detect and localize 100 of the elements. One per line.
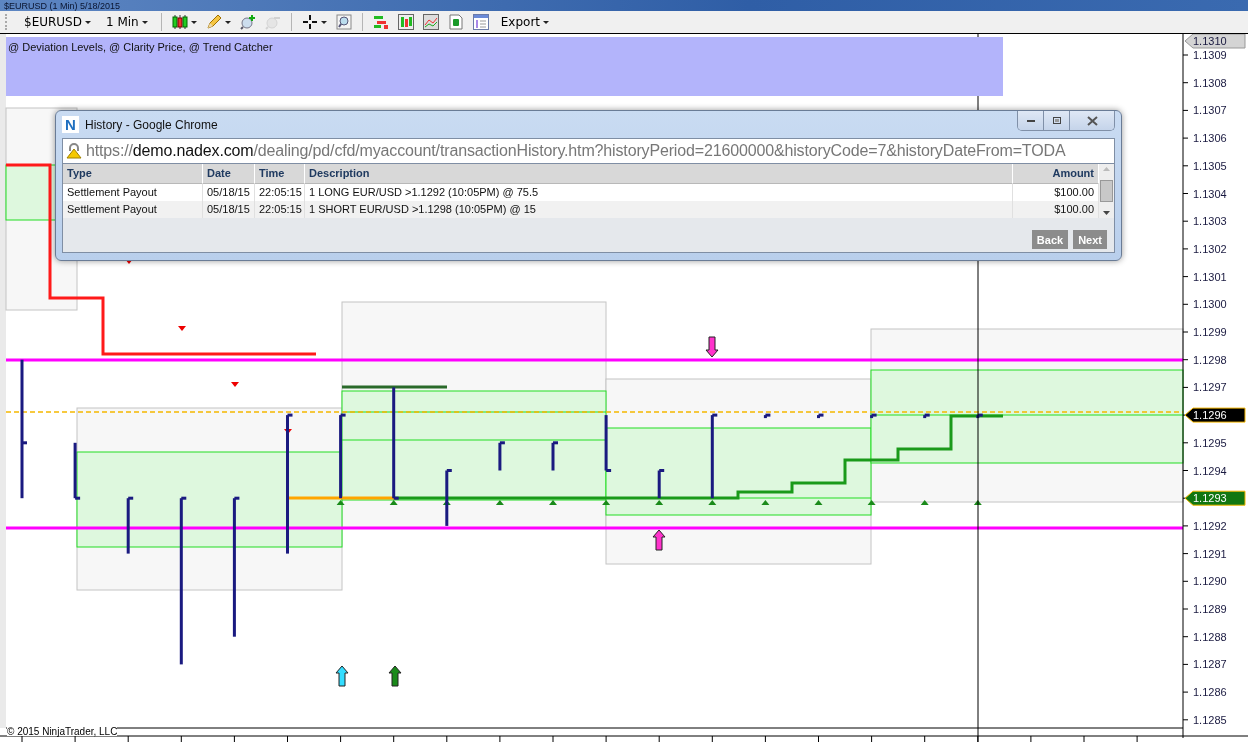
close-icon	[1086, 115, 1098, 126]
candlestick-chart-icon	[397, 14, 414, 30]
axis-label: 1.1303	[1193, 215, 1227, 228]
buy-triangle-icon	[602, 500, 611, 505]
sell-triangle-icon	[231, 382, 239, 387]
buy-triangle-icon	[708, 500, 717, 505]
buy-triangle-icon	[495, 500, 504, 505]
column-header[interactable]: Type	[63, 164, 203, 184]
buy-triangle-icon	[549, 500, 557, 505]
dropdown-button[interactable]: 1 Min	[100, 12, 154, 32]
table-cell: Settlement Payout	[63, 201, 203, 218]
axis-label: 1.1294	[1193, 464, 1227, 477]
axis-label: 1.1308	[1193, 76, 1227, 89]
search-icon	[335, 14, 352, 30]
buy-triangle-icon	[814, 500, 823, 505]
table-cell: 22:05:15	[255, 184, 305, 201]
up-arrow-icon	[652, 529, 666, 551]
zoom-out-icon	[264, 14, 281, 30]
axis-label: 1.1297	[1193, 381, 1227, 394]
price-bar	[763, 413, 771, 419]
column-header[interactable]: Time	[255, 164, 305, 184]
app-logo: N	[62, 116, 79, 133]
table-cell: Settlement Payout	[63, 184, 203, 201]
scroll-up-icon	[1103, 167, 1110, 171]
axis-label: 1.1287	[1193, 658, 1227, 671]
indicator-label: @ Deviation Levels, @ Clarity Price, @ Trend Catcher	[7, 40, 273, 53]
buy-triangle-icon	[655, 500, 664, 505]
dropdown-button[interactable]: $EURUSD	[18, 12, 97, 32]
axis-label: 1.1285	[1193, 713, 1227, 726]
pencil-icon	[205, 14, 222, 30]
price-bar	[923, 413, 930, 419]
buy-triangle-icon	[920, 500, 929, 505]
price-bar	[817, 413, 824, 419]
caret-icon	[190, 20, 197, 24]
buy-triangle-icon	[973, 500, 982, 505]
table-cell: 05/18/15	[203, 201, 255, 218]
sell-triangle-icon	[178, 326, 186, 331]
axis-label: 1.1305	[1193, 159, 1227, 172]
price-bar	[73, 442, 81, 500]
minimize-button[interactable]	[1018, 111, 1044, 130]
price-tag: 1.1296	[1184, 407, 1246, 423]
window-title: $EURUSD (1 Min) 5/18/2015	[4, 0, 121, 11]
form-icon	[472, 14, 489, 30]
axis-label: 1.1306	[1193, 132, 1227, 145]
caret-icon	[320, 20, 327, 24]
axis-label: 1.1300	[1193, 298, 1227, 311]
table-cell: 1 LONG EUR/USD >1.1292 (10:05PM) @ 75.5	[305, 184, 1013, 201]
buy-triangle-icon	[761, 500, 770, 505]
caret-icon	[224, 20, 231, 24]
axis-label: 1.1302	[1193, 242, 1227, 255]
buy-triangle-icon	[389, 500, 398, 505]
scrollbar[interactable]	[1099, 164, 1114, 218]
price-bar	[657, 469, 665, 499]
price-bar	[126, 496, 134, 554]
table-cell: $100.00	[1013, 184, 1099, 201]
up-arrow-icon	[388, 665, 402, 687]
price-bar	[445, 469, 452, 526]
axis-label: 1.1298	[1193, 353, 1227, 366]
axis-label: 1.1304	[1193, 187, 1227, 200]
axis-label: 1.1309	[1193, 49, 1227, 61]
zoom-in-icon	[239, 14, 256, 30]
scroll-down-icon	[1103, 211, 1110, 215]
restore-icon	[1052, 117, 1061, 124]
table-cell: 05/18/15	[203, 184, 255, 201]
column-header[interactable]: Description	[305, 164, 1013, 184]
maximize-button[interactable]	[1044, 111, 1070, 130]
price-tag: 1.1310	[1184, 34, 1246, 49]
table-cell: $100.00	[1013, 201, 1099, 218]
column-header[interactable]: Amount	[1013, 164, 1099, 184]
caret-icon	[85, 20, 91, 24]
minimize-icon	[1026, 119, 1035, 122]
copyright-text: © 2015 NinjaTrader, LLC	[7, 727, 118, 736]
lock-warning-icon	[66, 143, 82, 159]
price-bar	[870, 413, 877, 419]
table-cell: 22:05:15	[255, 201, 305, 218]
up-arrow-icon	[335, 665, 349, 687]
window-title: History - Google Chrome	[85, 117, 218, 132]
axis-label: 1.1299	[1193, 326, 1227, 338]
axis-label: 1.1289	[1193, 603, 1227, 615]
price-bar	[551, 441, 558, 471]
close-button[interactable]	[1070, 111, 1114, 130]
price-bar	[604, 415, 612, 472]
crosshair-icon	[301, 14, 318, 30]
address-bar[interactable]: https://demo.nadex.com/dealing/pd/cfd/myaccount/transactionHistory.htm?historyPeriod=21600000&historyCode=7&historyDateFrom=TODA	[62, 138, 1115, 164]
candles-icon	[171, 14, 188, 30]
caret-icon	[543, 20, 549, 24]
scroll-thumb[interactable]	[1100, 180, 1113, 202]
dropdown-button[interactable]: Export	[494, 12, 555, 32]
bar-chart-icon	[372, 14, 389, 30]
axis-label: 1.1286	[1193, 686, 1227, 699]
column-header[interactable]: Date	[203, 164, 255, 184]
down-arrow-icon	[705, 336, 719, 358]
buy-triangle-icon	[867, 500, 876, 505]
buy-triangle-icon	[336, 500, 345, 505]
axis-label: 1.1291	[1193, 547, 1227, 560]
price-bar	[498, 441, 505, 471]
axis-label: 1.1307	[1193, 104, 1227, 117]
axis-label: 1.1295	[1193, 436, 1227, 449]
axis-label: 1.1288	[1193, 630, 1227, 643]
price-bar	[976, 413, 983, 419]
